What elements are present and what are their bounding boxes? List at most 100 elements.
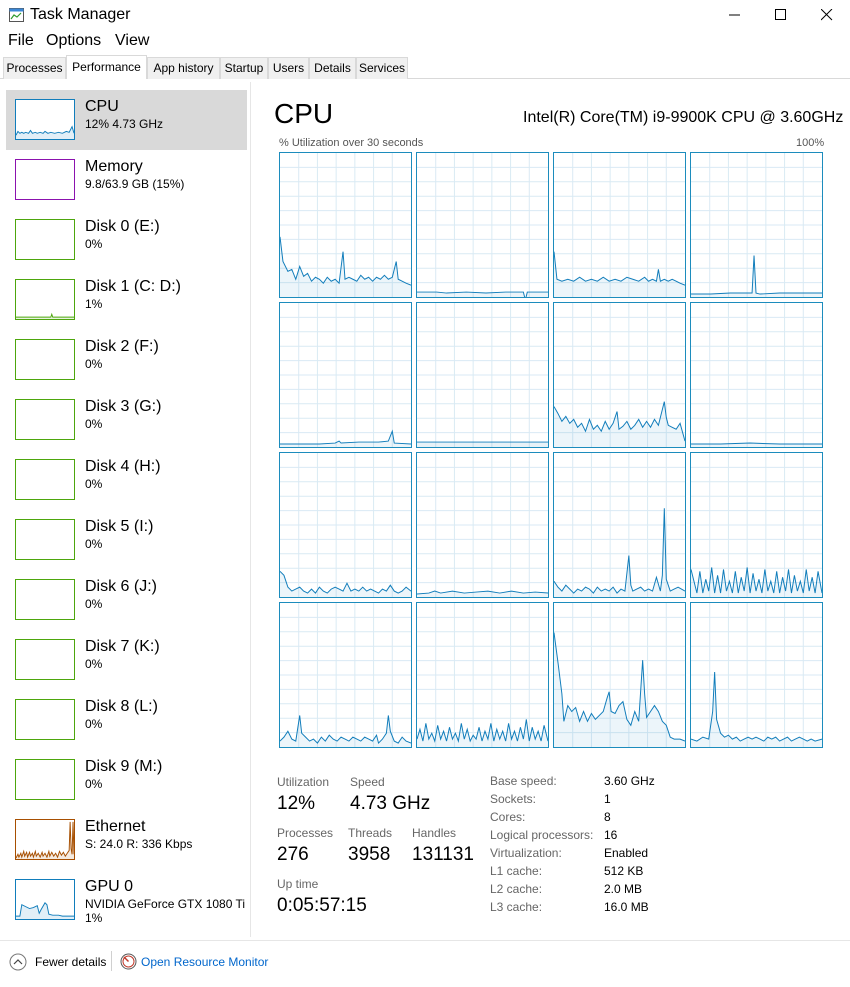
sidebar-item-title: Disk 3 (G:) [85, 398, 162, 415]
sidebar-item-disk-6[interactable]: Disk 4 (H:) 0% [6, 450, 247, 510]
utilization-area [280, 715, 411, 747]
sidebar-item-disk-7[interactable]: Disk 5 (I:) 0% [6, 510, 247, 570]
sidebar-item-detail: 0% [85, 357, 103, 371]
cpu-model-name: Intel(R) Core(TM) i9-9900K CPU @ 3.60GHz [523, 109, 844, 126]
spec-label: Logical processors: [490, 828, 594, 842]
spec-value: 16 [604, 828, 618, 842]
sidebar-item-disk-8[interactable]: Disk 6 (J:) 0% [6, 570, 247, 630]
sidebar-item-title: Disk 2 (F:) [85, 338, 159, 355]
sidebar-item-title: Disk 4 (H:) [85, 458, 161, 475]
logical-processor-graph [279, 602, 412, 748]
sidebar-thumbnail-graph [15, 639, 75, 680]
tab-startup[interactable]: Startup [220, 57, 268, 79]
sidebar-item-detail: 0% [85, 777, 103, 791]
sidebar-item-gpu[interactable]: GPU 0 NVIDIA GeForce GTX 1080 Ti 1% [6, 870, 247, 930]
sidebar-item-title: Memory [85, 158, 143, 175]
sidebar-item-disk-3[interactable]: Disk 1 (C: D:) 1% [6, 270, 247, 330]
title-bar[interactable]: Task Manager [0, 0, 850, 30]
footer-separator [111, 951, 112, 971]
maximize-icon [775, 9, 786, 20]
threads-value: 3958 [348, 844, 391, 865]
sidebar-thumbnail-graph [15, 339, 75, 380]
processes-label: Processes [277, 826, 334, 840]
thumbnail-area [16, 314, 74, 319]
sidebar-thumbnail-graph [15, 819, 75, 860]
tab-details[interactable]: Details [309, 57, 356, 79]
spec-label: Cores: [490, 810, 526, 824]
tab-processes[interactable]: Processes [3, 57, 66, 79]
close-button[interactable] [804, 0, 850, 30]
footer-divider [0, 940, 850, 941]
sidebar-item-cpu[interactable]: CPU 12% 4.73 GHz [6, 90, 247, 150]
sidebar-item-detail: 0% [85, 237, 103, 251]
sidebar-item-ethernet[interactable]: Ethernet S: 24.0 R: 336 Kbps [6, 810, 247, 870]
maximize-button[interactable] [758, 0, 804, 30]
sidebar-thumbnail-graph [15, 279, 75, 320]
open-resource-monitor-link[interactable]: Open Resource Monitor [141, 955, 268, 969]
minimize-button[interactable] [712, 0, 758, 30]
spec-value: 1 [604, 792, 611, 806]
utilization-area [691, 672, 822, 747]
utilization-line [691, 255, 822, 295]
resource-sidebar: CPU 12% 4.73 GHz Memory 9.8/63.9 GB (15%) Di… [0, 82, 250, 937]
logical-processor-graph [279, 452, 412, 598]
utilization-area [417, 442, 548, 447]
task-manager-app-icon [9, 8, 24, 22]
resource-monitor-icon [120, 953, 137, 970]
fewer-details-button[interactable]: Fewer details [35, 955, 106, 969]
sidebar-item-detail: 0% [85, 717, 103, 731]
minimize-icon [729, 14, 740, 16]
sidebar-thumbnail-graph [15, 459, 75, 500]
sidebar-thumbnail-graph [15, 159, 75, 200]
sidebar-item-title: Disk 6 (J:) [85, 578, 157, 595]
sidebar-item-disk-11[interactable]: Disk 9 (M:) 0% [6, 750, 247, 810]
tab-strip: Processes Performance App history Startu… [0, 55, 850, 79]
logical-processor-graph [416, 302, 549, 448]
sidebar-item-title: Disk 5 (I:) [85, 518, 154, 535]
spec-label: L2 cache: [490, 882, 543, 896]
logical-processor-graph [279, 302, 412, 448]
spec-value: 512 KB [604, 864, 644, 878]
logical-processor-graph [416, 452, 549, 598]
sidebar-item-title: Disk 9 (M:) [85, 758, 163, 775]
logical-processor-graph [690, 152, 823, 298]
thumbnail-line [16, 821, 74, 859]
sidebar-item-disk-5[interactable]: Disk 3 (G:) 0% [6, 390, 247, 450]
sidebar-item-memory[interactable]: Memory 9.8/63.9 GB (15%) [6, 150, 247, 210]
spec-value: 3.60 GHz [604, 774, 655, 788]
utilization-area [280, 571, 411, 597]
logical-processor-graph [553, 152, 686, 298]
processes-value: 276 [277, 844, 309, 865]
chevron-up-icon[interactable] [9, 953, 27, 971]
tab-app-history[interactable]: App history [147, 57, 220, 79]
tab-services[interactable]: Services [356, 57, 408, 79]
handles-label: Handles [412, 826, 457, 840]
sidebar-item-disk-2[interactable]: Disk 0 (E:) 0% [6, 210, 247, 270]
menu-view[interactable]: View [115, 32, 149, 50]
sidebar-item-detail-2: 1% [85, 911, 103, 925]
logical-processor-graph [416, 602, 549, 748]
sidebar-thumbnail-graph [15, 519, 75, 560]
logical-processor-graph [416, 152, 549, 298]
logical-processor-graph [690, 602, 823, 748]
sidebar-thumbnail-graph [15, 579, 75, 620]
sidebar-item-detail: 9.8/63.9 GB (15%) [85, 177, 185, 191]
sidebar-thumbnail-graph [15, 759, 75, 800]
sidebar-item-detail: 12% 4.73 GHz [85, 117, 164, 131]
window-title: Task Manager [30, 6, 131, 23]
tab-performance[interactable]: Performance [66, 55, 147, 79]
logical-processor-graph [690, 452, 823, 598]
uptime-label: Up time [277, 877, 319, 891]
sidebar-item-detail: 1% [85, 297, 103, 311]
sidebar-item-disk-4[interactable]: Disk 2 (F:) 0% [6, 330, 247, 390]
close-icon [821, 9, 833, 21]
menu-options[interactable]: Options [46, 32, 101, 50]
sidebar-item-title: GPU 0 [85, 878, 134, 895]
sidebar-item-disk-9[interactable]: Disk 7 (K:) 0% [6, 630, 247, 690]
uptime-value: 0:05:57:15 [277, 895, 367, 916]
spec-value: 8 [604, 810, 611, 824]
tab-users[interactable]: Users [268, 57, 309, 79]
menu-file[interactable]: File [8, 32, 34, 50]
sidebar-item-disk-10[interactable]: Disk 8 (L:) 0% [6, 690, 247, 750]
spec-label: Virtualization: [490, 846, 562, 860]
